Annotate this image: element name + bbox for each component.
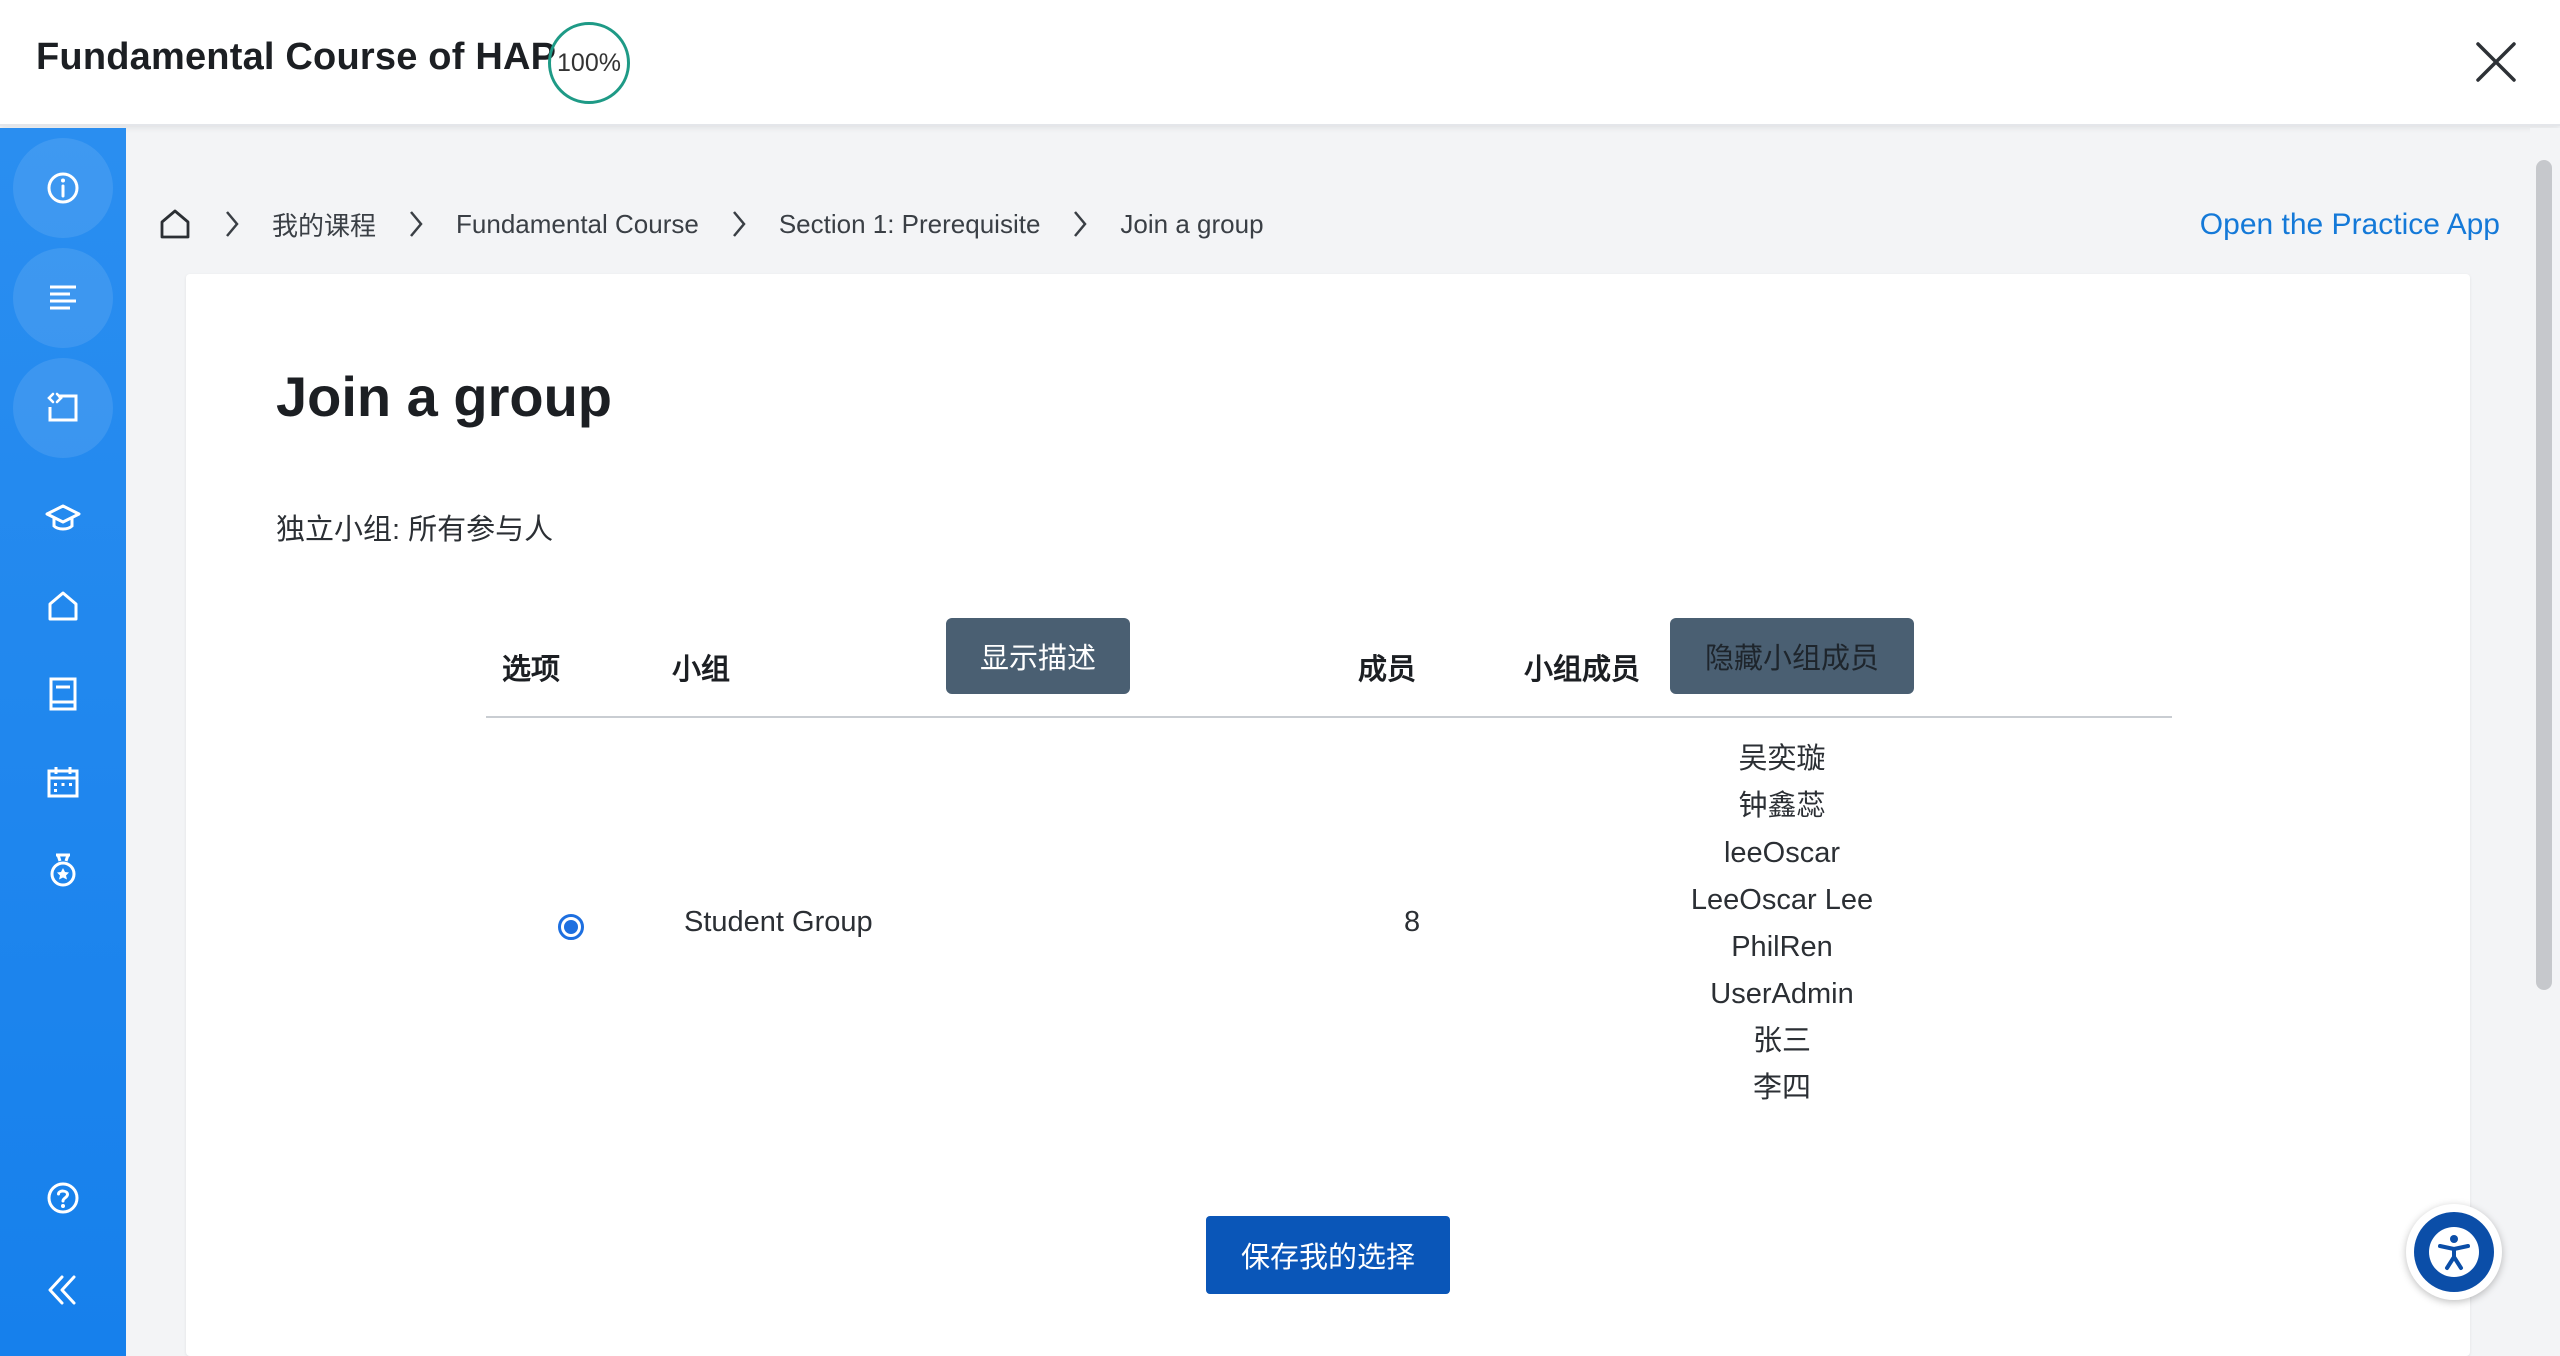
sidebar-item-achievements[interactable]: [13, 820, 113, 920]
breadcrumb: 我的课程 Fundamental Course Section 1: Prere…: [158, 200, 1264, 248]
radio-selected-dot: [564, 920, 578, 934]
sidebar-item-calendar[interactable]: [13, 732, 113, 832]
sidebar-item-practice[interactable]: [13, 358, 113, 458]
save-choice-button[interactable]: 保存我的选择: [1206, 1216, 1450, 1294]
sidebar-item-home[interactable]: [13, 556, 113, 656]
left-sidebar: [0, 128, 126, 1356]
list-item: 张三: [1752, 1025, 1811, 1057]
list-item: 吴奕璇: [1738, 743, 1826, 775]
calendar-icon: [47, 767, 79, 798]
close-icon: [2476, 42, 2516, 82]
sidebar-collapse-button[interactable]: [13, 1240, 113, 1340]
group-member-count: 8: [1404, 906, 1421, 938]
page-title: Join a group: [276, 365, 612, 428]
list-item: leeOscar: [1723, 837, 1841, 869]
sidebar-item-library[interactable]: [13, 644, 113, 744]
top-header: Fundamental Course of HAP 100%: [0, 0, 2560, 126]
sidebar-item-contents[interactable]: [13, 248, 113, 348]
hide-group-members-button[interactable]: 隐藏小组成员: [1670, 618, 1914, 694]
group-members-list: 吴奕璇 钟鑫蕊 leeOscar LeeOscar Lee PhilRen Us…: [1632, 736, 1932, 1112]
progress-label: 100%: [557, 48, 621, 77]
column-header-choice: 选项: [502, 654, 561, 686]
chevron-right-icon: [729, 208, 749, 240]
list-item: PhilRen: [1731, 931, 1833, 963]
breadcrumb-home[interactable]: [158, 207, 192, 241]
accessibility-icon-wrap: [2414, 1212, 2494, 1292]
list-item: UserAdmin: [1710, 978, 1854, 1010]
column-header-group-members: 小组成员: [1524, 654, 1641, 686]
graduation-cap-icon: [45, 504, 81, 531]
open-practice-app-link[interactable]: Open the Practice App: [2200, 208, 2500, 242]
list-icon: [50, 285, 76, 310]
close-button[interactable]: [2470, 36, 2522, 88]
sidebar-item-help[interactable]: [13, 1148, 113, 1248]
help-icon: [47, 1182, 79, 1214]
group-name: Student Group: [684, 906, 873, 938]
code-window-icon: [47, 392, 78, 422]
breadcrumb-current: Join a group: [1120, 208, 1264, 239]
chevron-right-icon: [1070, 208, 1090, 240]
content-card: Join a group 独立小组: 所有参与人 选项 小组 显示描述 成员 小…: [186, 274, 2470, 1356]
course-title: Fundamental Course of HAP: [36, 36, 557, 78]
home-icon: [48, 591, 78, 621]
scrollbar-thumb[interactable]: [2536, 160, 2552, 990]
breadcrumb-my-courses[interactable]: 我的课程: [272, 206, 376, 243]
medal-icon: [50, 853, 76, 887]
group-mode-text: 独立小组: 所有参与人: [276, 514, 554, 546]
book-icon: [49, 677, 77, 711]
column-header-group: 小组: [672, 654, 731, 686]
breadcrumb-course[interactable]: Fundamental Course: [456, 209, 699, 240]
accessibility-button[interactable]: [2406, 1204, 2502, 1300]
sidebar-item-info[interactable]: [13, 138, 113, 238]
list-item: 钟鑫蕊: [1738, 790, 1826, 822]
home-icon: [160, 209, 190, 239]
info-icon: [47, 172, 79, 204]
collapse-icon: [48, 1275, 76, 1305]
progress-indicator: 100%: [548, 22, 630, 104]
list-item: 李四: [1752, 1072, 1811, 1104]
accessibility-icon: [2429, 1227, 2479, 1277]
group-select-radio[interactable]: [558, 914, 584, 940]
show-description-button[interactable]: 显示描述: [946, 618, 1130, 694]
table-header: 选项 小组 显示描述 成员 小组成员 隐藏小组成员: [486, 614, 2172, 718]
breadcrumb-section[interactable]: Section 1: Prerequisite: [779, 209, 1041, 240]
column-header-members: 成员: [1358, 654, 1417, 686]
sidebar-item-courses[interactable]: [13, 468, 113, 568]
chevron-right-icon: [222, 208, 242, 240]
chevron-right-icon: [406, 208, 426, 240]
list-item: LeeOscar Lee: [1690, 884, 1874, 916]
